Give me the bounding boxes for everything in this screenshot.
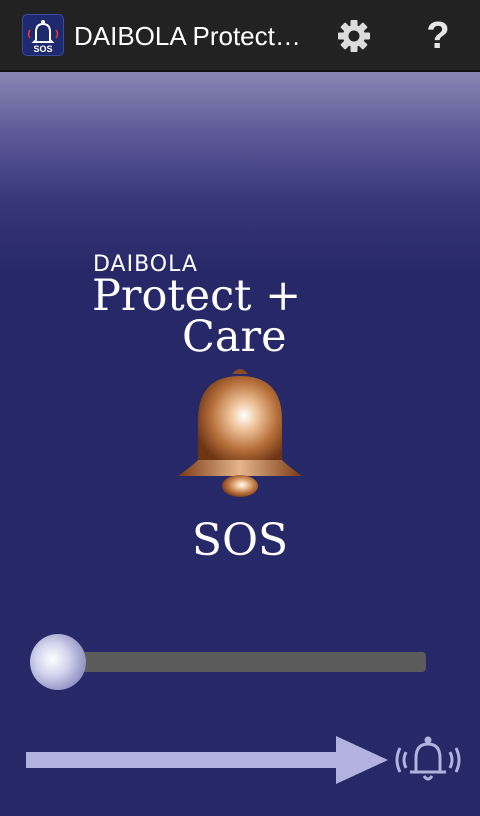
slider-thumb[interactable]: [30, 634, 86, 690]
help-icon[interactable]: ?: [423, 14, 453, 58]
slider-track[interactable]: [76, 652, 426, 672]
sos-label: SOS: [191, 515, 289, 566]
app-title: DAIBOLA Protect + Care: [74, 21, 304, 51]
gear-icon[interactable]: [336, 18, 372, 54]
swipe-hint: [26, 732, 466, 788]
app-logo-icon: SOS: [22, 14, 64, 56]
app-bar: SOS DAIBOLA Protect + Care ?: [0, 0, 480, 72]
swipe-arrow-icon: [26, 736, 388, 784]
alarm-bell-icon: [395, 736, 461, 781]
logo-line-2: Care: [182, 312, 287, 362]
sos-bell-icon[interactable]: [172, 360, 308, 504]
app-icon-label: SOS: [33, 44, 52, 54]
